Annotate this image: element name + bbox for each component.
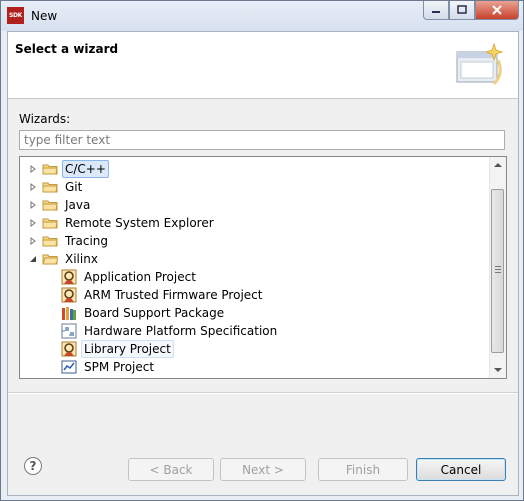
scroll-down-button[interactable]	[490, 362, 506, 378]
tree-item-label: Remote System Explorer	[65, 216, 214, 230]
title-bar[interactable]: SDK New	[1, 1, 523, 31]
tree-item-hardware-platform-specification[interactable]: Hardware Platform Specification	[61, 322, 280, 340]
next-button[interactable]: Next >	[220, 458, 306, 481]
tree-item-remote-system-explorer[interactable]: Remote System Explorer	[28, 214, 217, 232]
tree-item-library-project[interactable]: Library Project	[61, 340, 174, 358]
minimize-icon	[432, 11, 440, 13]
tree-item-git[interactable]: Git	[28, 178, 85, 196]
tree-item-cpp[interactable]: C/C++	[28, 160, 109, 178]
tree-item-spm-project[interactable]: SPM Project	[61, 358, 157, 376]
folder-icon	[42, 164, 58, 175]
scroll-down-icon	[494, 368, 502, 372]
sdk-app-icon: SDK	[7, 7, 24, 24]
tree-item-label: ARM Trusted Firmware Project	[84, 288, 263, 302]
window-controls	[423, 1, 519, 21]
maximize-icon	[457, 5, 467, 14]
scroll-thumb[interactable]	[491, 189, 504, 353]
page-title: Select a wizard	[15, 42, 119, 56]
window-title: New	[31, 9, 58, 23]
arm-firmware-project-icon	[61, 287, 77, 303]
tree-item-tracing[interactable]: Tracing	[28, 232, 111, 250]
folder-open-icon	[42, 254, 58, 265]
scroll-up-button[interactable]	[490, 157, 506, 173]
spm-project-icon	[61, 360, 77, 374]
new-wizard-banner-icon	[456, 42, 504, 86]
folder-icon	[42, 200, 58, 211]
tree-item-xilinx[interactable]: Xilinx	[28, 250, 101, 268]
wizard-tree[interactable]: C/C++ Git Java Remote System Explorer Tr…	[19, 156, 507, 379]
minimize-button[interactable]	[423, 1, 449, 20]
expand-arrow-icon[interactable]	[28, 164, 38, 174]
button-bar-separator	[8, 392, 518, 394]
new-wizard-dialog: SDK New Select a wizard Wizards: type fi…	[0, 0, 524, 501]
collapse-arrow-icon[interactable]	[28, 254, 38, 264]
expand-arrow-icon[interactable]	[28, 218, 38, 228]
back-button[interactable]: < Back	[128, 458, 214, 481]
maximize-button[interactable]	[449, 1, 475, 20]
scroll-grip-icon	[495, 266, 501, 273]
tree-item-arm-trusted-firmware-project[interactable]: ARM Trusted Firmware Project	[61, 286, 265, 304]
tree-item-label: Application Project	[84, 270, 196, 284]
filter-input[interactable]	[19, 130, 505, 150]
tree-scrollbar[interactable]	[489, 157, 506, 378]
application-project-icon	[61, 269, 77, 285]
wizards-label: Wizards:	[19, 112, 71, 126]
expand-arrow-icon[interactable]	[28, 182, 38, 192]
tree-item-label: Xilinx	[65, 252, 98, 266]
wizard-header: Select a wizard	[8, 32, 518, 99]
hardware-platform-icon	[61, 323, 77, 339]
cancel-button[interactable]: Cancel	[416, 458, 506, 481]
folder-icon	[42, 236, 58, 247]
close-icon	[492, 5, 502, 15]
expand-arrow-icon[interactable]	[28, 236, 38, 246]
close-button[interactable]	[475, 1, 519, 20]
folder-icon	[42, 218, 58, 229]
tree-item-board-support-package[interactable]: Board Support Package	[61, 304, 227, 322]
tree-item-application-project[interactable]: Application Project	[61, 268, 199, 286]
tree-item-java[interactable]: Java	[28, 196, 93, 214]
tree-item-label: Tracing	[65, 234, 109, 248]
tree-item-label: C/C++	[62, 160, 109, 178]
tree-item-label: Hardware Platform Specification	[84, 324, 278, 338]
help-icon[interactable]: ?	[24, 457, 42, 475]
scroll-up-icon	[494, 163, 502, 167]
expand-arrow-icon[interactable]	[28, 200, 38, 210]
tree-item-label: SPM Project	[84, 360, 155, 374]
library-project-icon	[61, 341, 77, 357]
tree-item-label: Java	[65, 198, 91, 212]
finish-button[interactable]: Finish	[318, 458, 408, 481]
tree-item-label: Board Support Package	[84, 306, 225, 320]
tree-item-label: Library Project	[81, 340, 174, 358]
dialog-client-area: Select a wizard Wizards: C/C++ Gi	[7, 31, 519, 496]
folder-icon	[42, 182, 58, 193]
tree-item-label: Git	[65, 180, 83, 194]
board-support-package-icon	[62, 307, 76, 320]
